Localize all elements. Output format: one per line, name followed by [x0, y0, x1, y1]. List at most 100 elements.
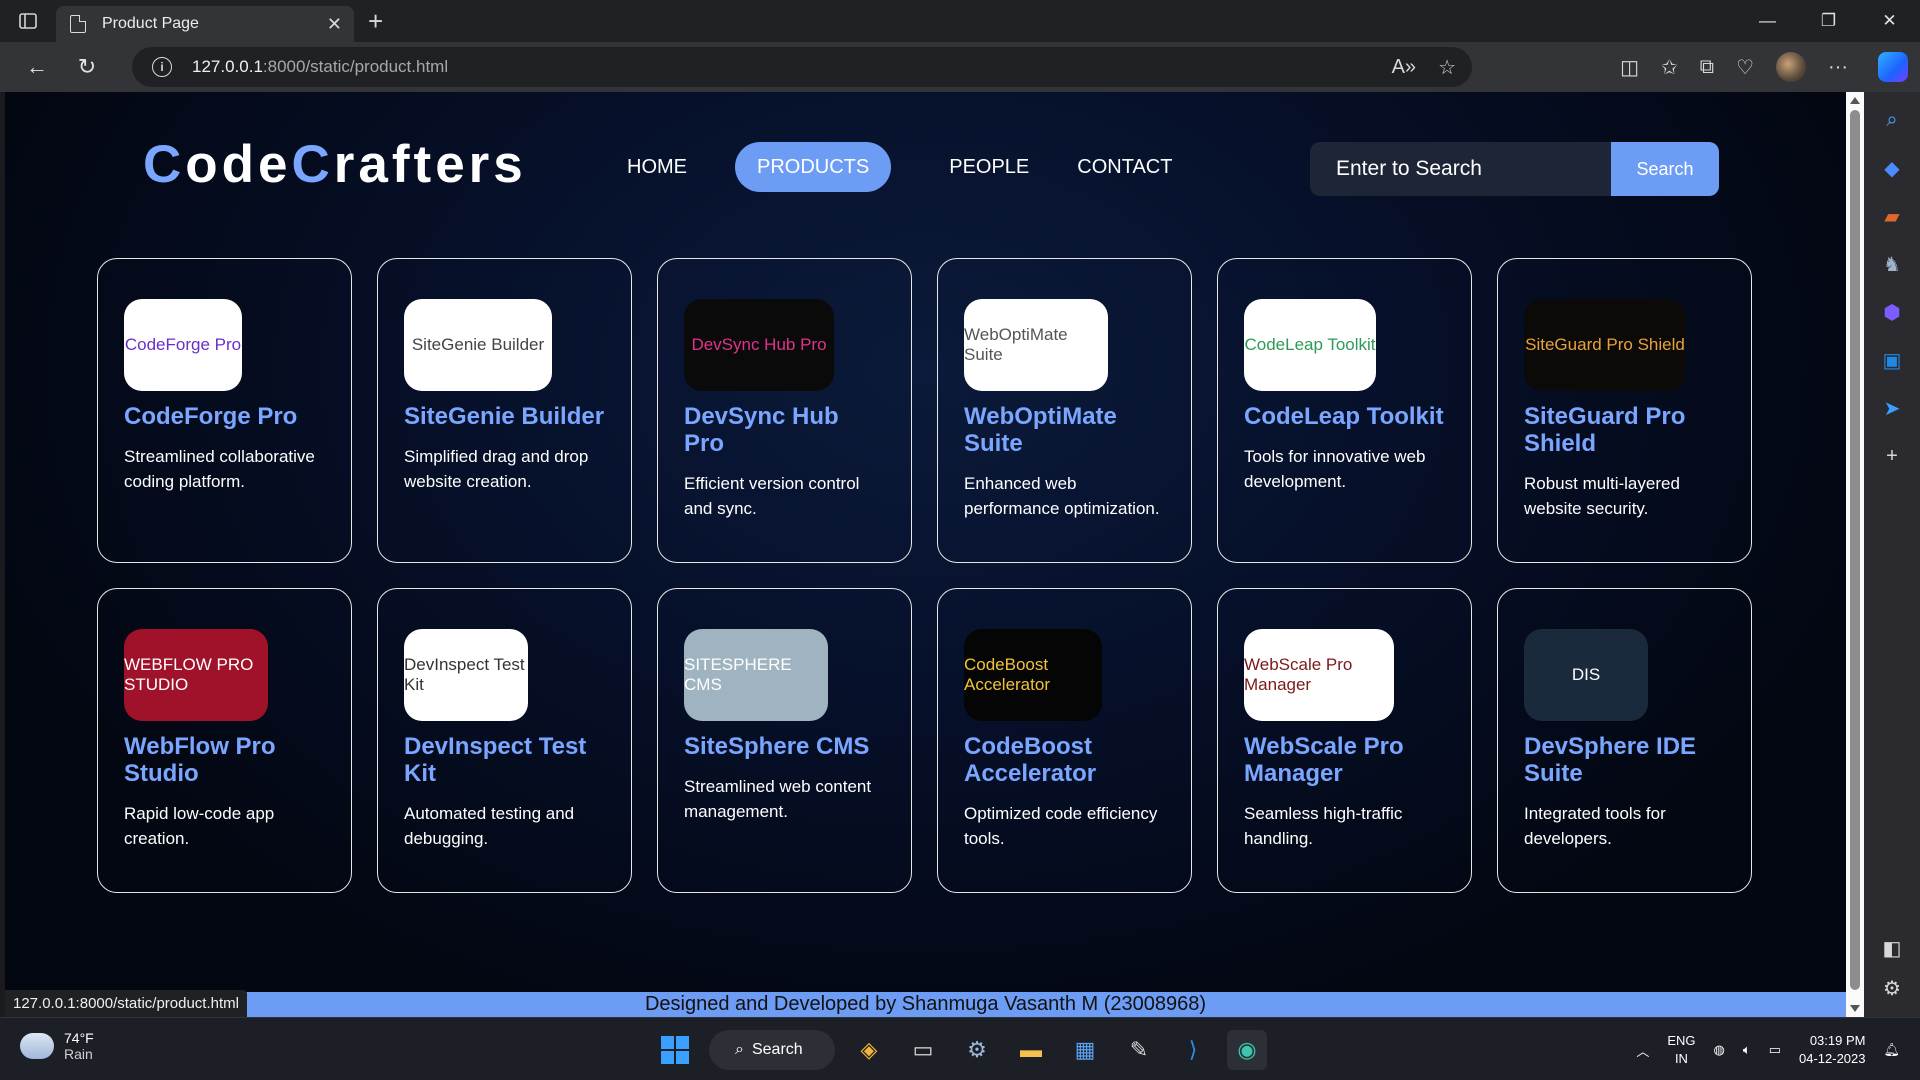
scroll-up-icon[interactable] — [1850, 97, 1860, 104]
outlook-icon[interactable]: ▣ — [1878, 346, 1906, 374]
minimize-icon[interactable]: — — [1737, 0, 1798, 42]
page-scrollbar[interactable] — [1846, 92, 1864, 1017]
taskbar-search[interactable]: ⌕ Search — [709, 1030, 835, 1070]
product-card[interactable]: SiteGenie Builder SiteGenie Builder Simpli… — [377, 258, 632, 563]
windows-taskbar: 74°F Rain ⌕ Search ◈ ▭ ⚙ ▬ ▦ ✎ ⟩ ◉ ︿ ENG I… — [0, 1017, 1920, 1080]
profile-avatar[interactable] — [1776, 52, 1807, 82]
restore-icon[interactable]: ❐ — [1798, 0, 1859, 42]
search-button[interactable]: Search — [1611, 142, 1719, 196]
favorite-star-icon[interactable]: ☆ — [1438, 55, 1456, 80]
product-card[interactable]: DevSync Hub Pro DevSync Hub Pro Efficient … — [657, 258, 912, 563]
drop-icon[interactable]: ➤ — [1878, 394, 1906, 422]
edge-icon[interactable]: ◉ — [1227, 1030, 1267, 1070]
nav-people[interactable]: PEOPLE — [927, 142, 1051, 192]
clock[interactable]: 03:19 PM 04-12-2023 — [1799, 1032, 1866, 1068]
more-menu-icon[interactable]: ··· — [1828, 56, 1848, 79]
add-sidebar-app-icon[interactable]: + — [1878, 442, 1906, 470]
product-card[interactable]: CodeForge Pro CodeForge Pro Streamlined co… — [97, 258, 352, 563]
scroll-down-icon[interactable] — [1850, 1005, 1860, 1012]
games-icon[interactable]: ♞ — [1878, 250, 1906, 278]
product-grid: CodeForge Pro CodeForge Pro Streamlined co… — [97, 258, 1752, 893]
hide-sidebar-icon[interactable]: ◧ — [1878, 934, 1906, 962]
product-logo: SiteGuard Pro Shield — [1524, 299, 1686, 391]
edge-sidebar: ⌕ ◆ ▰ ♞ ⬢ ▣ ➤ + ◧ ⚙ — [1864, 92, 1920, 1017]
info-icon[interactable]: i — [152, 57, 172, 77]
page-footer: Designed and Developed by Shanmuga Vasan… — [5, 992, 1846, 1017]
split-screen-icon[interactable]: ◫ — [1620, 55, 1639, 80]
product-title[interactable]: SiteGenie Builder — [404, 403, 605, 430]
product-description: Integrated tools for developers. — [1524, 804, 1666, 848]
volume-icon[interactable]: 🔈︎ — [1743, 1042, 1751, 1058]
product-title[interactable]: CodeLeap Toolkit — [1244, 403, 1445, 430]
start-icon[interactable] — [655, 1030, 695, 1070]
tab-actions-icon[interactable] — [0, 0, 56, 42]
weather-cloud-icon — [20, 1033, 54, 1059]
product-card[interactable]: SiteGuard Pro Shield SiteGuard Pro Shield… — [1497, 258, 1752, 563]
battery-icon[interactable]: ▭ — [1769, 1042, 1781, 1058]
product-description: Tools for innovative web development. — [1244, 447, 1426, 491]
read-aloud-icon[interactable]: A» — [1392, 56, 1416, 79]
settings-icon[interactable]: ⚙ — [957, 1030, 997, 1070]
language-indicator[interactable]: ENG IN — [1667, 1032, 1695, 1068]
product-card[interactable]: WebOptiMate Suite WebOptiMate Suite Enhanc… — [937, 258, 1192, 563]
search-icon[interactable]: ⌕ — [1878, 106, 1906, 134]
tools-icon[interactable]: ▰ — [1878, 202, 1906, 230]
product-card[interactable]: WebScale Pro Manager WebScale Pro Manager… — [1217, 588, 1472, 893]
microsoft365-icon[interactable]: ⬢ — [1878, 298, 1906, 326]
favorites-icon[interactable]: ✩ — [1661, 55, 1678, 80]
weather-widget[interactable]: 74°F Rain — [20, 1030, 94, 1062]
product-title[interactable]: DevSphere IDE Suite — [1524, 733, 1725, 787]
vscode-icon[interactable]: ⟩ — [1173, 1030, 1213, 1070]
close-window-icon[interactable]: ✕ — [1859, 0, 1920, 42]
task-view-icon[interactable]: ▭ — [903, 1030, 943, 1070]
product-card[interactable]: CodeLeap Toolkit CodeLeap Toolkit Tools fo… — [1217, 258, 1472, 563]
browser-tab[interactable]: Product Page ✕ — [56, 6, 354, 42]
product-title[interactable]: DevSync Hub Pro — [684, 403, 885, 457]
search-input[interactable] — [1310, 142, 1611, 196]
new-tab-icon[interactable]: + — [368, 6, 383, 37]
product-card[interactable]: WEBFLOW PRO STUDIO WebFlow Pro Studio Rapi… — [97, 588, 352, 893]
product-description: Streamlined collaborative coding platfor… — [124, 447, 315, 491]
main-nav: HOME PRODUCTS PEOPLE CONTACT — [605, 142, 1194, 192]
nav-contact[interactable]: CONTACT — [1055, 142, 1194, 192]
product-title[interactable]: WebOptiMate Suite — [964, 403, 1165, 457]
notepad-icon[interactable]: ✎ — [1119, 1030, 1159, 1070]
nav-home[interactable]: HOME — [605, 142, 709, 192]
back-icon[interactable]: ← — [12, 42, 62, 92]
product-card[interactable]: CodeBoost Accelerator CodeBoost Accelerat… — [937, 588, 1192, 893]
product-title[interactable]: WebFlow Pro Studio — [124, 733, 325, 787]
weather-temp: 74°F — [64, 1030, 94, 1046]
browser-essentials-icon[interactable]: ♡ — [1736, 55, 1754, 80]
url-path: :8000/static/product.html — [262, 57, 449, 76]
product-description: Seamless high-traffic handling. — [1244, 804, 1403, 848]
product-title[interactable]: CodeBoost Accelerator — [964, 733, 1165, 787]
product-description: Automated testing and debugging. — [404, 804, 575, 848]
product-title[interactable]: DevInspect Test Kit — [404, 733, 605, 787]
address-bar[interactable]: i 127.0.0.1:8000/static/product.html A» … — [132, 47, 1472, 87]
shopping-tag-icon[interactable]: ◆ — [1878, 154, 1906, 182]
network-icon[interactable]: ◍ — [1714, 1042, 1725, 1058]
file-explorer-icon[interactable]: ▬ — [1011, 1030, 1051, 1070]
show-hidden-icons[interactable]: ︿ — [1636, 1041, 1649, 1060]
product-card[interactable]: DevInspect Test Kit DevInspect Test Kit Au… — [377, 588, 632, 893]
product-title[interactable]: SiteGuard Pro Shield — [1524, 403, 1725, 457]
close-tab-icon[interactable]: ✕ — [327, 14, 342, 35]
product-title[interactable]: WebScale Pro Manager — [1244, 733, 1445, 787]
product-title[interactable]: SiteSphere CMS — [684, 733, 885, 760]
refresh-icon[interactable]: ↻ — [62, 42, 112, 92]
product-logo: WEBFLOW PRO STUDIO — [124, 629, 268, 721]
scroll-thumb[interactable] — [1850, 110, 1860, 990]
notification-bell-icon[interactable]: 🔔︎ — [1883, 1042, 1900, 1058]
copilot-preview-icon[interactable]: ◈ — [849, 1030, 889, 1070]
product-card[interactable]: DIS DevSphere IDE Suite Integrated tools f… — [1497, 588, 1752, 893]
browser-toolbar: ← ↻ i 127.0.0.1:8000/static/product.html… — [0, 42, 1920, 92]
store-icon[interactable]: ▦ — [1065, 1030, 1105, 1070]
product-description: Enhanced web performance optimization. — [964, 474, 1160, 518]
collections-icon[interactable]: ⧉ — [1700, 56, 1714, 79]
product-title[interactable]: CodeForge Pro — [124, 403, 325, 430]
product-card[interactable]: SITESPHERE CMS SiteSphere CMS Streamlined … — [657, 588, 912, 893]
sidebar-settings-icon[interactable]: ⚙ — [1878, 974, 1906, 1002]
site-logo[interactable]: CodeCrafters — [143, 134, 527, 195]
copilot-icon[interactable] — [1878, 52, 1908, 82]
nav-products[interactable]: PRODUCTS — [735, 142, 892, 192]
